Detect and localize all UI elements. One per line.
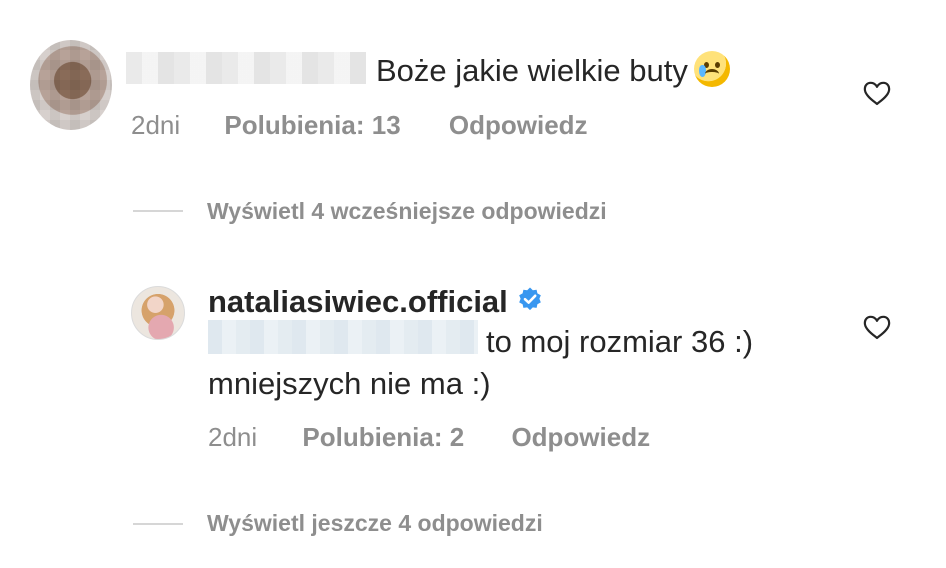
view-earlier-replies-link[interactable]: Wyświetl 4 wcześniejsze odpowiedzi [207,198,607,225]
reply-time: 2dni [208,422,258,452]
crying-face-emoji [693,51,730,87]
reply-reply-button[interactable]: Odpowiedz [511,422,650,452]
reply-text-line-2: mniejszych nie ma :) [208,366,491,401]
heart-outline-icon [863,315,891,340]
thread-divider-line [133,210,183,212]
reply-button[interactable]: Odpowiedz [449,110,588,140]
comment-likes-count[interactable]: Polubienia: 13 [224,110,400,140]
reply-like-button[interactable] [862,312,892,347]
thread-divider-line-2 [133,523,183,525]
comment-text: Boże jakie wielkie buty [376,51,730,87]
commenter-avatar[interactable] [30,40,112,130]
view-more-replies-link[interactable]: Wyświetl jeszcze 4 odpowiedzi [207,510,543,537]
reply-avatar[interactable] [131,286,185,340]
reply-username[interactable]: nataliasiwiec.official [208,284,508,319]
comment-like-button[interactable] [862,78,892,113]
reply-username-row: nataliasiwiec.official [208,284,544,320]
reply-meta: 2dni Polubienia: 2 Odpowiedz [208,422,650,453]
comment-body: Boże jakie wielkie buty [376,53,688,88]
reply-likes-count[interactable]: Polubienia: 2 [302,422,464,452]
heart-outline-icon [863,81,891,106]
mentioned-username-blurred[interactable] [208,320,478,354]
verified-badge-icon [518,287,541,311]
reply-text-line-1: to moj rozmiar 36 :) [486,324,754,359]
comment-meta: 2dni Polubienia: 13 Odpowiedz [131,110,588,141]
commenter-username-blurred[interactable] [126,52,366,84]
comment-time: 2dni [131,110,181,140]
